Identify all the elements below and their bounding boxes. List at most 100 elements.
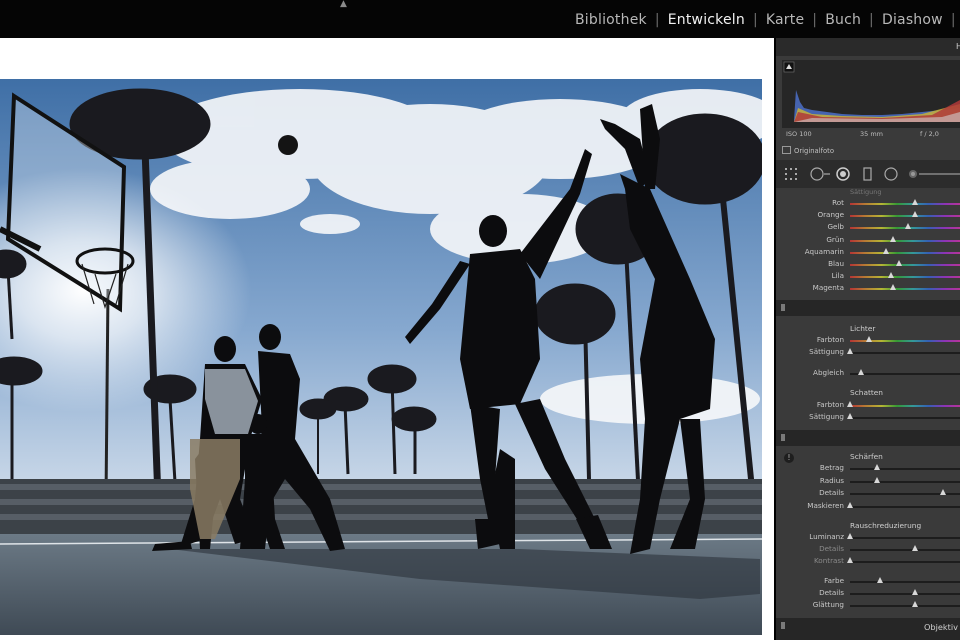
slider-thumb[interactable] <box>911 601 918 607</box>
slider-thumb[interactable] <box>911 589 918 595</box>
slider-aquamarin[interactable]: Aquamarin <box>776 247 960 259</box>
slider-track[interactable] <box>850 480 960 483</box>
slider-label: Magenta <box>812 283 844 293</box>
slider-track[interactable] <box>850 251 960 254</box>
radial-filter-icon[interactable] <box>884 167 900 181</box>
slider-abgleich[interactable]: Abgleich <box>776 368 960 380</box>
slider-track[interactable] <box>850 264 960 266</box>
aperture-readout: f / 2,0 <box>920 130 939 138</box>
module-diashow[interactable]: Diashow <box>882 12 943 28</box>
focal-length-readout: 35 mm <box>860 130 884 138</box>
slider-grün[interactable]: Grün <box>776 235 960 247</box>
slider-label: Radius <box>819 475 844 485</box>
slider-farbton[interactable]: Farbton <box>776 335 960 347</box>
slider-radius[interactable]: Radius <box>776 476 960 488</box>
spot-removal-icon[interactable] <box>810 167 832 181</box>
slider-track[interactable] <box>850 239 960 242</box>
slider-track[interactable] <box>850 373 960 375</box>
slider-thumb[interactable] <box>905 223 912 230</box>
slider-thumb[interactable] <box>847 557 853 563</box>
module-separator: | <box>869 12 874 28</box>
slider-track[interactable] <box>850 215 960 218</box>
warning-icon[interactable]: ! <box>784 453 794 463</box>
slider-lila[interactable]: Lila <box>776 271 960 283</box>
slider-track[interactable] <box>850 593 960 595</box>
slider-thumb[interactable] <box>882 247 889 254</box>
collapse-top-panel-icon[interactable]: ▲ <box>340 0 347 9</box>
slider-thumb[interactable] <box>888 272 895 279</box>
slider-thumb[interactable] <box>847 348 853 354</box>
slider-thumb[interactable] <box>847 401 853 407</box>
slider-luminanz[interactable]: Luminanz <box>776 532 960 544</box>
slider-track[interactable] <box>850 352 960 354</box>
slider-farbe[interactable]: Farbe <box>776 576 960 588</box>
slider-sättigung[interactable]: Sättigung <box>776 412 960 424</box>
slider-thumb[interactable] <box>857 369 864 375</box>
slider-thumb[interactable] <box>911 199 918 205</box>
red-eye-icon[interactable] <box>836 167 852 181</box>
module-buch[interactable]: Buch <box>825 12 861 28</box>
slider-gelb[interactable]: Gelb <box>776 222 960 234</box>
slider-track[interactable] <box>850 276 960 279</box>
slider-track[interactable] <box>850 561 960 563</box>
original-photo-toggle[interactable]: Originalfoto <box>782 146 834 155</box>
slider-details[interactable]: Details <box>776 544 960 556</box>
slider-sättigung[interactable]: Sättigung <box>776 347 960 359</box>
slider-thumb[interactable] <box>874 464 880 470</box>
slider-label: Luminanz <box>809 532 844 541</box>
slider-thumb[interactable] <box>911 545 918 551</box>
slider-track[interactable] <box>850 203 960 205</box>
crop-overlay-icon[interactable] <box>784 167 800 181</box>
slider-thumb[interactable] <box>847 501 853 508</box>
slider-kontrast[interactable]: Kontrast <box>776 556 960 568</box>
slider-label: Rot <box>832 198 844 207</box>
slider-thumb[interactable] <box>874 476 880 483</box>
slider-farbton[interactable]: Farbton <box>776 400 960 412</box>
histogram[interactable] <box>782 60 960 128</box>
slider-track[interactable] <box>850 549 960 551</box>
slider-maskieren[interactable]: Maskieren <box>776 501 960 513</box>
hsl-section-label: Sättigung <box>850 188 882 196</box>
module-bibliothek[interactable]: Bibliothek <box>575 12 647 28</box>
slider-thumb[interactable] <box>866 336 873 342</box>
section-toggle-icon[interactable] <box>781 622 785 629</box>
slider-track[interactable] <box>850 405 960 407</box>
slider-rot[interactable]: Rot <box>776 198 960 210</box>
slider-thumb[interactable] <box>911 211 918 218</box>
slider-orange[interactable]: Orange <box>776 210 960 222</box>
slider-track[interactable] <box>850 581 960 583</box>
slider-magenta[interactable]: Magenta <box>776 283 960 295</box>
slider-glättung[interactable]: Glättung <box>776 600 960 612</box>
slider-thumb[interactable] <box>890 235 897 242</box>
module-karte[interactable]: Karte <box>766 12 804 28</box>
slider-thumb[interactable] <box>939 489 946 495</box>
slider-thumb[interactable] <box>890 284 897 291</box>
slider-thumb[interactable] <box>847 413 853 419</box>
slider-track[interactable] <box>850 505 960 508</box>
photo-canvas[interactable] <box>0 38 774 640</box>
graduated-filter-icon[interactable] <box>862 167 874 181</box>
slider-label: Farbe <box>824 576 844 585</box>
slider-track[interactable] <box>850 417 960 419</box>
slider-blau[interactable]: Blau <box>776 259 960 271</box>
slider-track[interactable] <box>850 288 960 291</box>
module-entwickeln[interactable]: Entwickeln <box>668 12 745 28</box>
adjustment-brush-icon[interactable] <box>906 167 960 181</box>
slider-details[interactable]: Details <box>776 488 960 500</box>
checkbox-icon[interactable] <box>782 146 791 154</box>
module-separator: | <box>654 12 660 28</box>
basketball-photo <box>0 79 762 635</box>
slider-thumb[interactable] <box>877 577 884 583</box>
slider-label: Farbton <box>816 335 844 344</box>
slider-thumb[interactable] <box>847 533 853 539</box>
slider-details[interactable]: Details <box>776 588 960 600</box>
objektiv-section-title[interactable]: Objektiv <box>924 622 958 632</box>
slider-track[interactable] <box>850 537 960 539</box>
slider-track[interactable] <box>850 468 960 470</box>
section-toggle-icon[interactable] <box>781 304 785 311</box>
section-toggle-icon[interactable] <box>781 434 785 441</box>
slider-track[interactable] <box>850 605 960 607</box>
slider-label: Abgleich <box>813 368 844 377</box>
slider-betrag[interactable]: Betrag <box>776 463 960 475</box>
slider-thumb[interactable] <box>895 260 902 266</box>
